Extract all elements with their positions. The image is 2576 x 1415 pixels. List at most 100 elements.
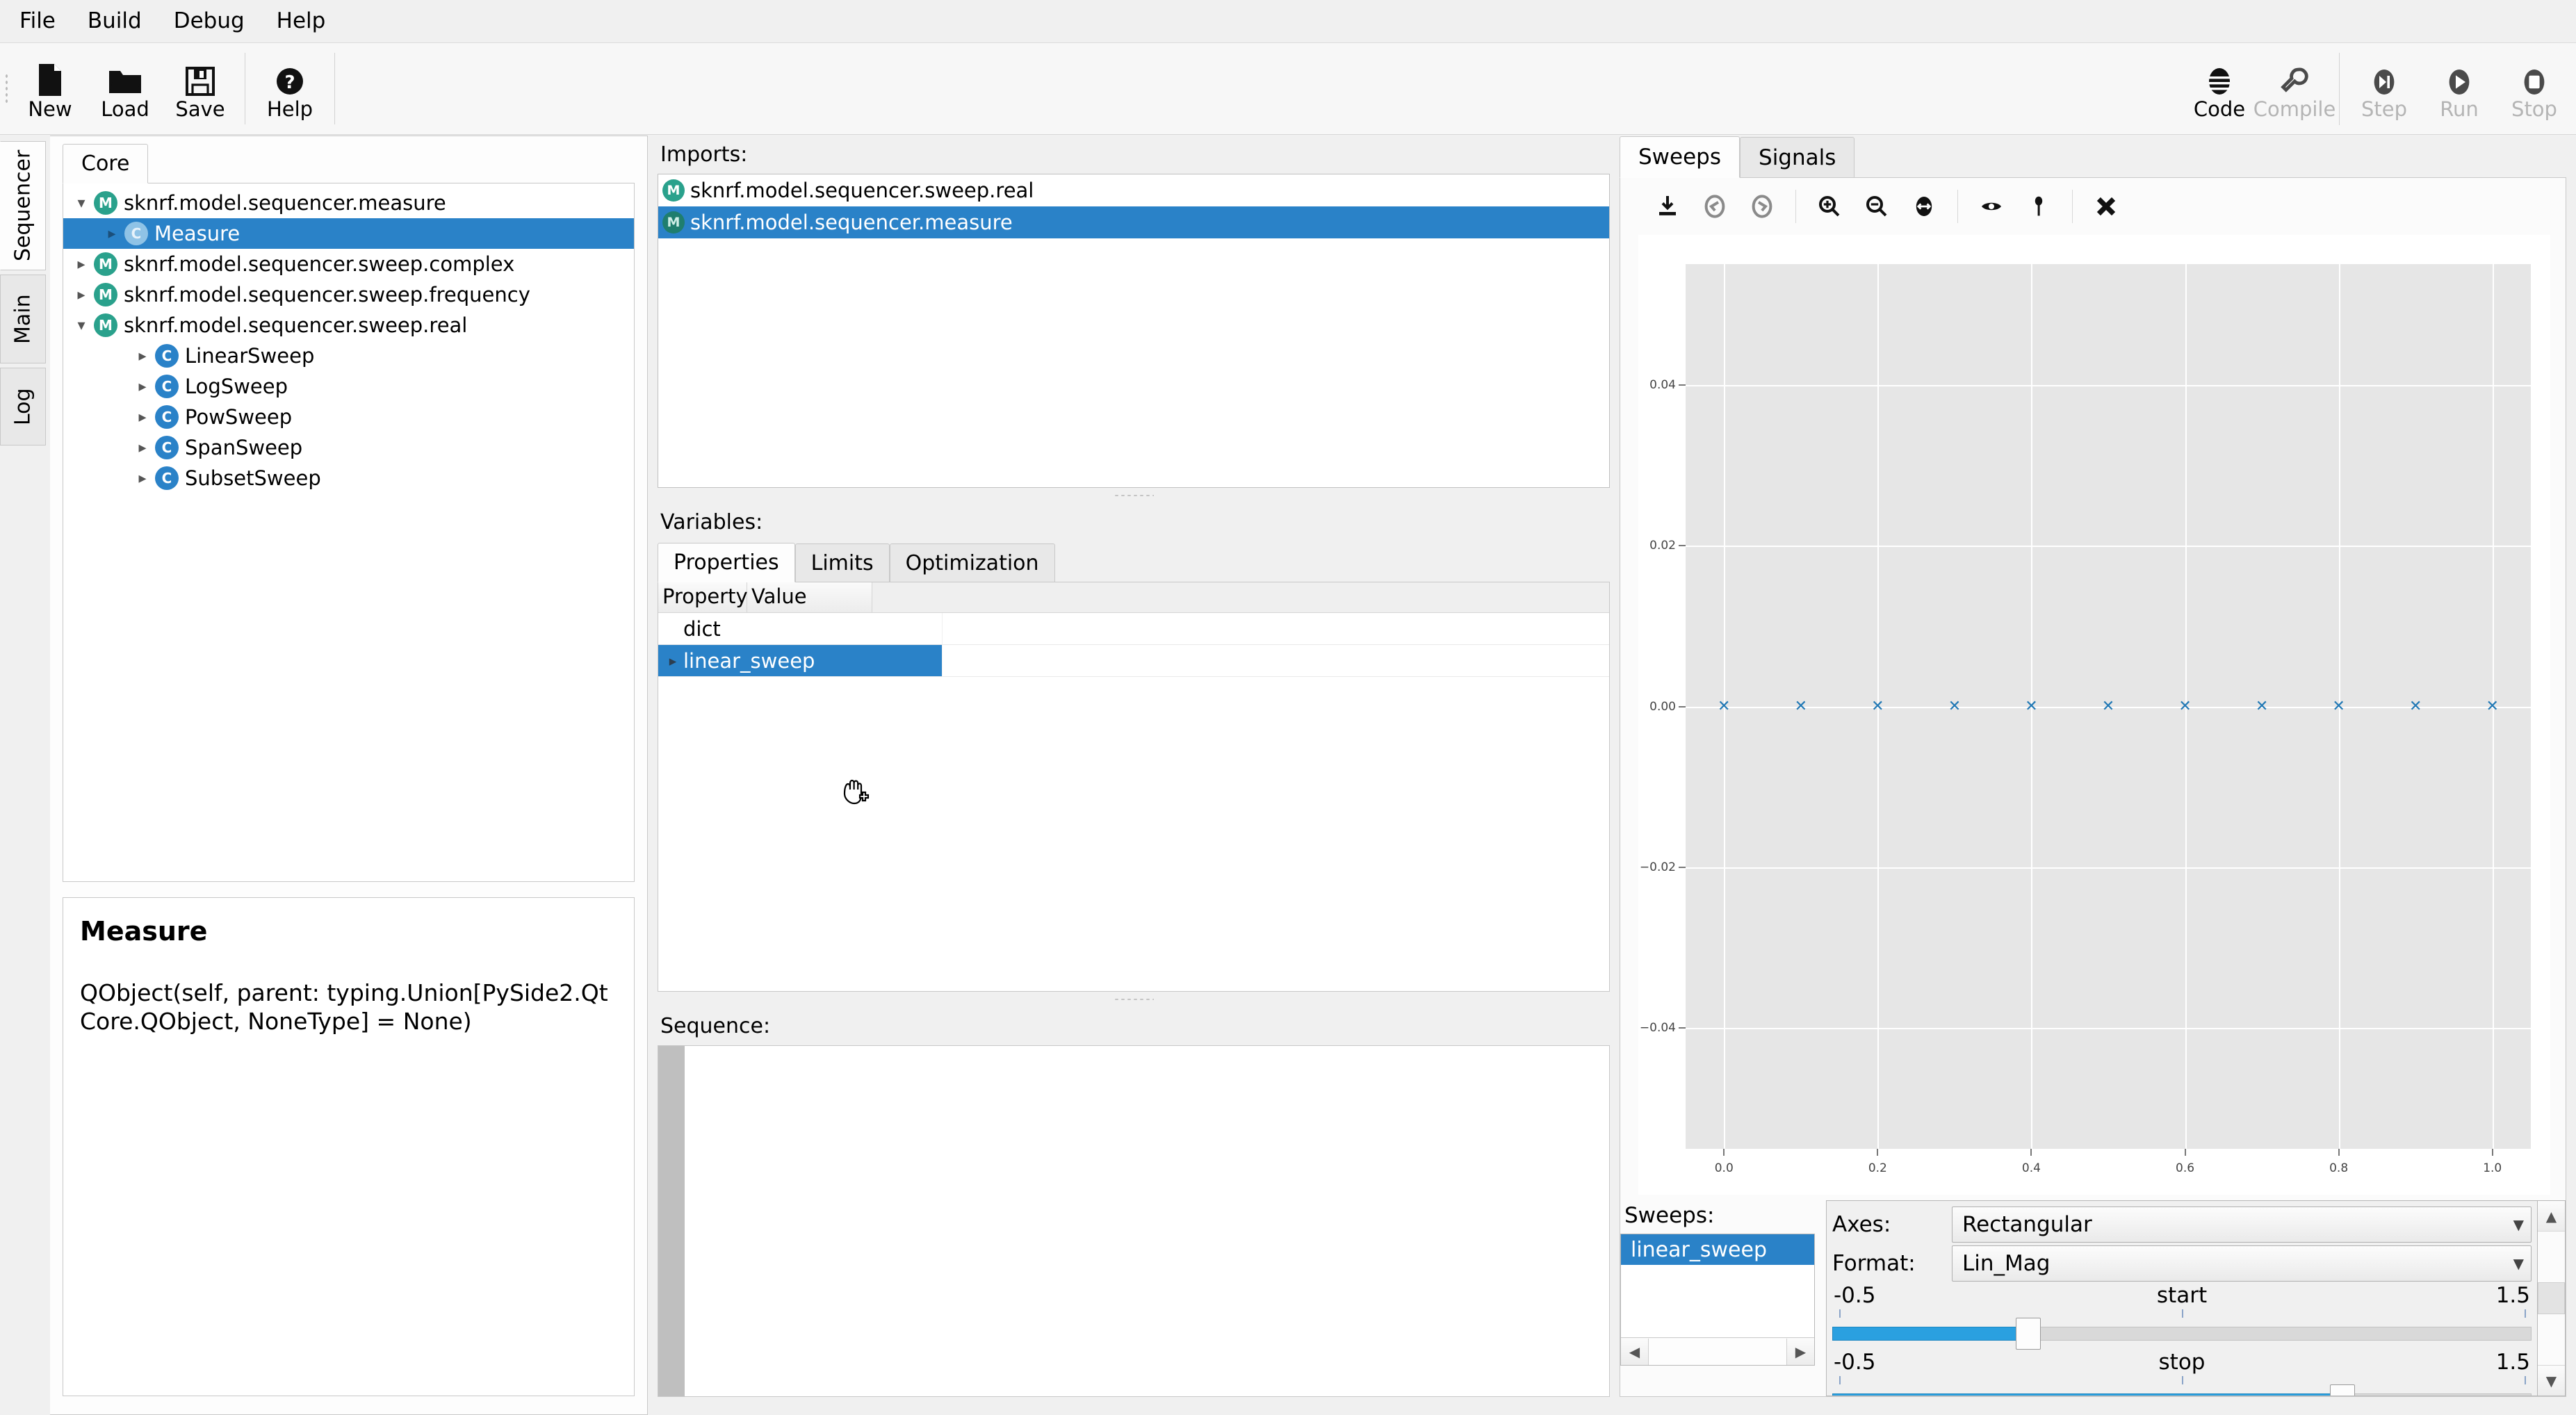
scroll-down-icon[interactable]: ▼ — [2538, 1365, 2565, 1396]
chevron-right-icon[interactable]: ▸ — [69, 256, 94, 273]
tab-sweeps[interactable]: Sweeps — [1620, 136, 1741, 178]
chevron-right-icon[interactable]: ▸ — [130, 409, 155, 426]
chevron-right-icon[interactable]: ▸ — [130, 347, 155, 365]
help-button[interactable]: ? Help — [252, 43, 327, 135]
gridline-horizontal — [1686, 1028, 2531, 1030]
chevron-right-icon[interactable]: ▸ — [130, 470, 155, 487]
splitter-handle-imports[interactable] — [658, 488, 1610, 503]
vtab-sequencer[interactable]: Sequencer — [0, 141, 46, 270]
tab-optimization[interactable]: Optimization — [889, 543, 1055, 582]
chevron-right-icon[interactable]: ▸ — [130, 439, 155, 457]
scroll-right-icon[interactable]: ▶ — [1786, 1338, 1814, 1365]
sweeps-pane: 0.0 0.2 0.4 0.6 0.8 1.0 0.04 0.02 0.00 −0.02 −0.04… — [1620, 177, 2566, 1397]
chevron-down-icon[interactable]: ▼ — [2513, 1255, 2524, 1272]
new-button[interactable]: New — [13, 43, 88, 135]
sweeps-list-item[interactable]: linear_sweep — [1621, 1234, 1814, 1265]
plot-toolbar-separator-3 — [2072, 190, 2073, 223]
chevron-down-icon[interactable]: ▾ — [69, 195, 94, 212]
stop-slider[interactable] — [1832, 1384, 2532, 1396]
plot-canvas[interactable]: 0.0 0.2 0.4 0.6 0.8 1.0 0.04 0.02 0.00 −0.02 −0.04… — [1638, 235, 2550, 1195]
data-point: ✕ — [2255, 697, 2269, 715]
toolbar-right-group: Code Compile Step Run Stop — [2182, 43, 2572, 135]
tab-limits[interactable]: Limits — [794, 543, 890, 582]
menu-item-debug[interactable]: Debug — [170, 8, 249, 35]
tree-row[interactable]: ▸ M sknrf.model.sequencer.sweep.complex — [63, 249, 634, 279]
menu-item-build[interactable]: Build — [83, 8, 146, 35]
tree-row[interactable]: ▸ C LinearSweep — [63, 341, 634, 371]
tree-row[interactable]: ▸ C PowSweep — [63, 402, 634, 432]
chevron-right-icon[interactable]: ▸ — [662, 653, 683, 669]
start-slider[interactable] — [1832, 1318, 2532, 1350]
stop-button[interactable]: Stop — [2497, 43, 2572, 135]
format-select[interactable]: Lin_Mag ▼ — [1952, 1245, 2532, 1282]
redo-rotate-cw-icon[interactable] — [1738, 183, 1786, 230]
import-item[interactable]: M sknrf.model.sequencer.sweep.real — [658, 174, 1609, 206]
chevron-down-icon[interactable]: ▾ — [69, 317, 94, 334]
table-cell-value[interactable] — [942, 613, 1609, 644]
import-item-selected[interactable]: M sknrf.model.sequencer.measure — [658, 206, 1609, 238]
column-header-property[interactable]: Property — [658, 582, 748, 612]
run-button[interactable]: Run — [2422, 43, 2497, 135]
tree-row[interactable]: ▸ C SpanSweep — [63, 432, 634, 463]
tree-row[interactable]: ▸ C SubsetSweep — [63, 463, 634, 493]
class-badge-icon: C — [155, 344, 179, 368]
tree-row[interactable]: ▸ M sknrf.model.sequencer.sweep.frequenc… — [63, 279, 634, 310]
y-axis-tick-mark — [1679, 705, 1686, 708]
model-tree[interactable]: ▾ M sknrf.model.sequencer.measure ▸ C Me… — [63, 183, 635, 882]
tab-signals[interactable]: Signals — [1740, 137, 1855, 178]
tree-row[interactable]: ▾ M sknrf.model.sequencer.measure — [63, 188, 634, 218]
load-button[interactable]: Load — [88, 43, 163, 135]
code-button[interactable]: Code — [2182, 43, 2257, 135]
load-button-label: Load — [101, 97, 149, 121]
save-button[interactable]: Save — [163, 43, 238, 135]
sequence-gutter — [658, 1046, 685, 1396]
table-row[interactable]: dict — [658, 613, 1609, 645]
delete-x-icon[interactable] — [2082, 183, 2130, 230]
zoom-in-icon[interactable] — [1806, 183, 1853, 230]
scroll-thumb[interactable] — [2538, 1282, 2565, 1314]
table-cell-value[interactable] — [942, 645, 1609, 676]
save-download-icon[interactable] — [1644, 183, 1691, 230]
plot-axes[interactable]: 0.0 0.2 0.4 0.6 0.8 1.0 0.04 0.02 0.00 −0.02 −0.04… — [1640, 264, 2531, 1175]
vtab-log[interactable]: Log — [0, 368, 46, 445]
chevron-down-icon[interactable]: ▼ — [2513, 1216, 2524, 1233]
tree-row[interactable]: ▾ M sknrf.model.sequencer.sweep.real — [63, 310, 634, 341]
tab-core[interactable]: Core — [63, 144, 149, 183]
tab-properties[interactable]: Properties — [658, 543, 795, 582]
toolbar-drag-handle[interactable] — [0, 43, 13, 134]
sequence-panel[interactable] — [658, 1045, 1610, 1397]
eye-visibility-icon[interactable] — [1968, 183, 2015, 230]
zoom-out-icon[interactable] — [1853, 183, 1900, 230]
slider-handle[interactable] — [2330, 1384, 2356, 1396]
scroll-up-icon[interactable]: ▲ — [2538, 1201, 2565, 1232]
x-axis-tick-mark — [2338, 1149, 2340, 1156]
vtab-main[interactable]: Main — [0, 275, 46, 363]
menu-item-file[interactable]: File — [15, 8, 60, 35]
marker-pin-icon[interactable] — [2015, 183, 2062, 230]
imports-list[interactable]: M sknrf.model.sequencer.sweep.real M skn… — [658, 174, 1610, 488]
step-button[interactable]: Step — [2347, 43, 2422, 135]
chevron-right-icon[interactable]: ▸ — [69, 286, 94, 304]
scroll-left-icon[interactable]: ◀ — [1621, 1338, 1649, 1365]
sweeps-list-hscrollbar[interactable]: ◀ ▶ — [1621, 1337, 1814, 1365]
module-badge-icon: M — [94, 283, 117, 306]
chevron-right-icon[interactable]: ▸ — [130, 378, 155, 395]
start-slider-min: -0.5 — [1834, 1283, 1876, 1308]
tree-row[interactable]: ▸ C LogSweep — [63, 371, 634, 402]
scroll-track[interactable] — [1649, 1338, 1786, 1365]
description-panel: Measure QObject(self, parent: typing.Uni… — [63, 897, 635, 1396]
sweep-properties-vscrollbar[interactable]: ▲ ▼ — [2538, 1200, 2566, 1396]
splitter-handle-variables[interactable] — [658, 992, 1610, 1007]
menu-item-help[interactable]: Help — [272, 8, 330, 35]
chevron-right-icon[interactable]: ▸ — [99, 225, 124, 243]
table-row-selected[interactable]: ▸ linear_sweep — [658, 645, 1609, 677]
slider-handle[interactable] — [2015, 1318, 2041, 1350]
axes-select[interactable]: Rectangular ▼ — [1952, 1207, 2532, 1243]
sweeps-list[interactable]: linear_sweep ◀ ▶ — [1620, 1234, 1815, 1366]
undo-rotate-ccw-icon[interactable] — [1691, 183, 1738, 230]
column-header-value[interactable]: Value — [747, 582, 872, 612]
tree-row-measure[interactable]: ▸ C Measure — [63, 218, 634, 249]
variables-table[interactable]: Property Value dict ▸ linear_sweep — [658, 582, 1610, 992]
zoom-fit-horizontal-icon[interactable] — [1900, 183, 1948, 230]
compile-button[interactable]: Compile — [2253, 43, 2335, 135]
